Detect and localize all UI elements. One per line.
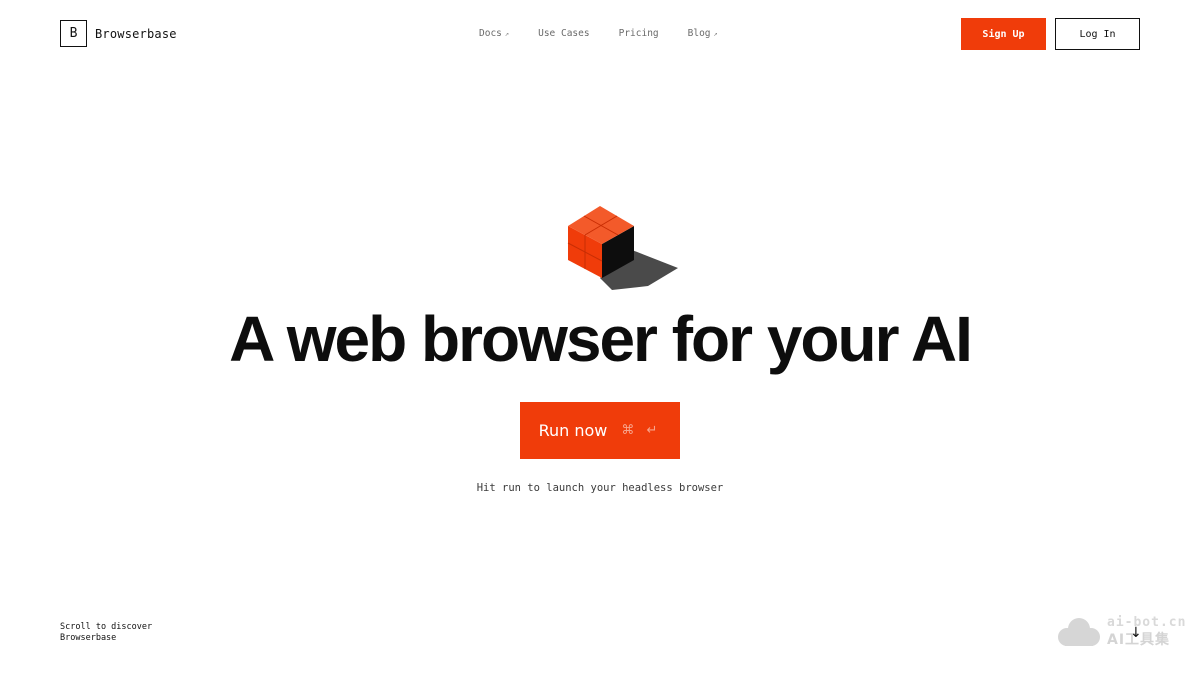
main-nav: Docs ↗ Use Cases Pricing Blog ↗: [479, 28, 718, 39]
run-now-button[interactable]: Run now ⌘ ↵: [520, 402, 680, 459]
logo-mark: B: [60, 20, 87, 47]
nav-blog[interactable]: Blog ↗: [688, 28, 718, 39]
sign-up-button[interactable]: Sign Up: [961, 18, 1046, 50]
external-link-icon: ↗: [504, 29, 510, 38]
cloud-logo-icon: [1058, 618, 1100, 646]
scroll-hint: Scroll to discover Browserbase: [60, 622, 152, 644]
brand-name: Browserbase: [95, 26, 177, 41]
nav-use-cases-label: Use Cases: [538, 28, 590, 39]
hero-title: A web browser for your AI: [229, 303, 973, 375]
arrow-down-icon[interactable]: ↓: [1130, 625, 1142, 641]
keyboard-shortcut-icon: ⌘ ↵: [621, 423, 662, 438]
scroll-hint-line1: Scroll to discover: [60, 622, 153, 632]
nav-docs-label: Docs: [479, 28, 502, 39]
nav-docs[interactable]: Docs ↗: [479, 28, 509, 39]
nav-pricing-label: Pricing: [618, 28, 659, 39]
nav-pricing[interactable]: Pricing: [619, 28, 659, 39]
run-hint: Hit run to launch your headless browser: [476, 482, 724, 494]
log-in-button[interactable]: Log In: [1055, 18, 1140, 50]
scroll-hint-line2: Browserbase: [60, 633, 117, 643]
watermark-domain: ai-bot.cn: [1107, 615, 1187, 630]
watermark: ai-bot.cn AI工具集: [1055, 615, 1195, 651]
cube-icon: [567, 206, 678, 290]
brand-logo[interactable]: B Browserbase: [60, 20, 177, 47]
run-now-label: Run now: [538, 421, 608, 440]
nav-use-cases[interactable]: Use Cases: [538, 28, 589, 39]
page: B Browserbase Docs ↗ Use Cases Pricing B…: [0, 0, 1200, 675]
external-link-icon: ↗: [713, 29, 718, 38]
nav-blog-label: Blog: [687, 28, 711, 39]
